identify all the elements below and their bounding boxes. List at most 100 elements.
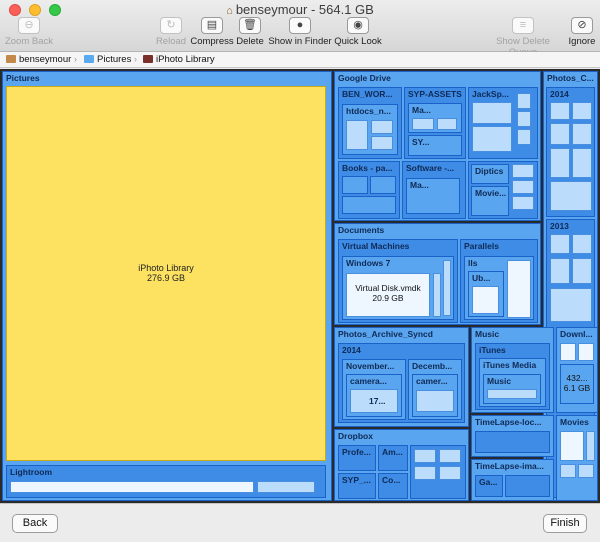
breadcrumb-pictures[interactable]: Pictures	[84, 54, 131, 65]
htdocs-block[interactable]: htdocs_n...	[342, 104, 398, 155]
syp-block[interactable]: SYP_...	[338, 473, 376, 499]
virtual-machines-block[interactable]: Virtual Machines Windows 7 Virtual Disk.…	[338, 239, 458, 323]
file-tile[interactable]	[550, 258, 570, 284]
itunes-media-block[interactable]: iTunes Media Music	[479, 358, 546, 407]
november-block[interactable]: November... camera... 17...	[342, 359, 406, 420]
photos-c-2014-block[interactable]: 2014	[546, 87, 595, 217]
windows-7-block[interactable]: Windows 7 Virtual Disk.vmdk 20.9 GB	[342, 256, 454, 320]
diptics-block[interactable]: Diptics	[471, 164, 509, 184]
file-tile[interactable]	[572, 123, 592, 145]
show-delete-queue-button[interactable]: ≡ Show Delete Queue	[481, 17, 565, 58]
ub-block[interactable]: Ub...	[468, 271, 504, 317]
camera-block-2[interactable]: camer...	[412, 374, 458, 417]
file-tile[interactable]	[472, 286, 499, 314]
virtual-disk-vmdk-block[interactable]: Virtual Disk.vmdk 20.9 GB	[346, 273, 430, 317]
am-block[interactable]: Am...	[378, 445, 408, 471]
file-tile[interactable]	[439, 449, 461, 463]
file-tile[interactable]	[342, 196, 396, 214]
profe-block[interactable]: Profe...	[338, 445, 376, 471]
iphoto-library-block[interactable]: iPhoto Library 276.9 GB	[6, 86, 326, 461]
file-tile[interactable]	[586, 431, 595, 461]
dropbox-misc-block[interactable]	[410, 445, 466, 499]
lightroom-file[interactable]	[10, 481, 254, 493]
timelapse-ima-block[interactable]: TimeLapse-ima... Ga...	[471, 459, 554, 501]
file-tile[interactable]	[517, 129, 531, 145]
jacksp-block[interactable]: JackSp...	[468, 87, 538, 159]
file-tile[interactable]	[572, 234, 592, 254]
lightroom-block[interactable]: Lightroom	[6, 465, 326, 498]
file-tile[interactable]	[560, 343, 576, 361]
file-tile[interactable]	[578, 343, 594, 361]
movie-block[interactable]: Movie...	[471, 186, 509, 216]
finish-button[interactable]: Finish	[543, 514, 587, 533]
item-17-block[interactable]: 17...	[350, 389, 398, 413]
file-tile[interactable]	[550, 181, 592, 211]
ga-block[interactable]: Ga...	[475, 475, 503, 497]
reload-button[interactable]: ↻ Reload	[152, 17, 190, 47]
delete-button[interactable]: 🗑 Delete	[234, 17, 266, 47]
file-tile[interactable]	[371, 136, 393, 150]
music-block[interactable]: Music iTunes iTunes Media Music	[471, 327, 554, 413]
file-tile[interactable]	[371, 120, 393, 134]
file-tile[interactable]	[550, 123, 570, 145]
breadcrumb-iphoto-library[interactable]: iPhoto Library	[143, 54, 215, 65]
file-tile[interactable]	[342, 176, 368, 194]
file-tile[interactable]	[414, 449, 436, 463]
books-block[interactable]: Books - pa...	[338, 161, 400, 219]
parallels-block[interactable]: Parallels lls Ub...	[460, 239, 538, 323]
file-tile[interactable]	[517, 111, 531, 127]
show-in-finder-button[interactable]: ● Show in Finder	[268, 17, 332, 47]
file-tile[interactable]	[437, 118, 457, 130]
file-tile[interactable]	[370, 176, 396, 194]
file-tile[interactable]	[560, 464, 576, 478]
breadcrumb-home[interactable]: benseymour	[6, 54, 71, 65]
ben-wor-block[interactable]: BEN_WOR... htdocs_n...	[338, 87, 402, 159]
file-tile[interactable]	[517, 93, 531, 109]
archive-2014-block[interactable]: 2014 November... camera... 17... Decemb.…	[338, 343, 465, 423]
downloads-block[interactable]: Downl... 432... 6.1 GB	[556, 327, 598, 413]
file-tile[interactable]	[572, 102, 592, 120]
compress-button[interactable]: ▤ Compress	[190, 17, 234, 47]
google-drive-block[interactable]: Google Drive BEN_WOR... htdocs_n... SYP-…	[334, 71, 541, 221]
file-tile[interactable]	[512, 196, 534, 210]
ma-block[interactable]: Ma...	[408, 103, 462, 133]
quick-look-button[interactable]: ◉ Quick Look	[333, 17, 383, 47]
file-tile[interactable]	[412, 118, 434, 130]
itunes-block[interactable]: iTunes iTunes Media Music	[475, 343, 550, 410]
file-tile[interactable]	[572, 258, 592, 284]
lls-block[interactable]: lls Ub...	[464, 256, 534, 320]
file-tile[interactable]	[439, 466, 461, 480]
file-tile[interactable]	[472, 102, 512, 124]
syp-assets-block[interactable]: SYP-ASSETS Ma... SY...	[404, 87, 466, 159]
file-tile[interactable]	[346, 120, 368, 150]
dropbox-block[interactable]: Dropbox Profe... Am... SYP_... Co...	[334, 429, 469, 501]
file-tile[interactable]	[416, 390, 454, 412]
documents-block[interactable]: Documents Virtual Machines Windows 7 Vir…	[334, 223, 541, 325]
file-tile[interactable]	[487, 389, 537, 399]
file-tile[interactable]	[550, 234, 570, 254]
itunes-music-block[interactable]: Music	[483, 374, 541, 404]
file-tile[interactable]	[472, 126, 512, 152]
file-tile[interactable]	[578, 464, 594, 478]
camera-block[interactable]: camera... 17...	[346, 374, 402, 417]
file-tile[interactable]	[550, 288, 592, 322]
lightroom-file[interactable]	[257, 481, 315, 493]
file-tile[interactable]	[550, 148, 570, 178]
file-tile[interactable]	[560, 431, 584, 461]
zoom-back-button[interactable]: ⊖ Zoom Back	[4, 17, 54, 47]
co-block[interactable]: Co...	[378, 473, 408, 499]
file-tile[interactable]	[507, 260, 531, 318]
timelapse-loc-files[interactable]	[475, 431, 550, 453]
file-tile[interactable]	[550, 102, 570, 120]
software-block[interactable]: Software -... Ma...	[402, 161, 466, 219]
back-button[interactable]: Back	[12, 514, 58, 533]
sy-block[interactable]: SY...	[408, 135, 462, 156]
download-item-block[interactable]: 432... 6.1 GB	[560, 364, 594, 404]
file-tile[interactable]	[433, 273, 441, 317]
timelapse-ima-files[interactable]	[505, 475, 550, 497]
file-tile[interactable]	[443, 260, 451, 316]
file-tile[interactable]	[414, 466, 436, 480]
movies-block[interactable]: Movies	[556, 415, 598, 501]
december-block[interactable]: Decemb... camer...	[408, 359, 462, 420]
timelapse-loc-block[interactable]: TimeLapse-loc...	[471, 415, 554, 457]
